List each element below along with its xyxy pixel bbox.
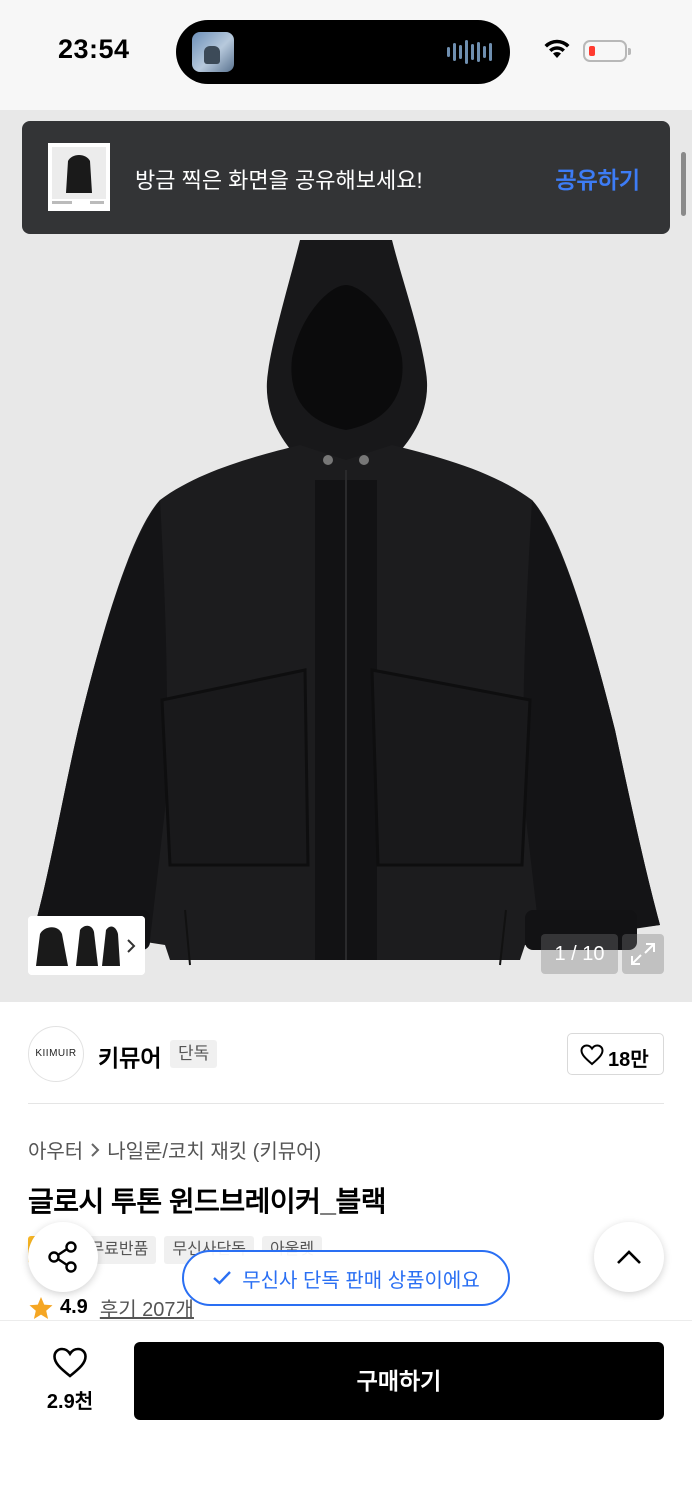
screenshot-thumbnail [48,143,110,211]
battery-icon [583,40,631,62]
share-button[interactable] [28,1222,98,1292]
divider [28,1103,664,1104]
share-icon [48,1241,77,1273]
heart-icon [53,1347,87,1378]
share-toast: 방금 찍은 화면을 공유해보세요! 공유하기 [22,121,670,234]
audio-wave-icon [447,40,492,64]
breadcrumb-category[interactable]: 아우터 [28,1135,83,1164]
brand-name[interactable]: 키뮤어 [98,1039,161,1073]
star-icon [29,1296,53,1319]
scrollbar[interactable] [681,152,686,216]
exclusive-notice-text: 무신사 단독 판매 상품이에요 [242,1269,480,1292]
share-action-button[interactable]: 공유하기 [555,161,640,195]
buy-button[interactable]: 구매하기 [134,1342,664,1420]
expand-button[interactable] [622,934,664,974]
scroll-to-top-button[interactable] [594,1222,664,1292]
exclusive-notice: 무신사 단독 판매 상품이에요 [182,1250,510,1306]
bottom-action-bar: 2.9천 구매하기 [0,1320,692,1500]
status-bar: 23:54 [0,0,692,110]
breadcrumb-subcategory[interactable]: 나일론/코치 재킷 (키뮤어) [107,1135,321,1164]
brand-like-button[interactable]: 18만 [567,1033,664,1075]
rating-row: 4.9 후기 207개 [28,1293,194,1322]
expand-icon [631,943,655,965]
review-link[interactable]: 후기 207개 [100,1293,194,1322]
heart-icon [580,1044,604,1066]
check-icon [213,1271,232,1285]
product-title: 글로시 투톤 윈드브레이커_블랙 [28,1186,387,1217]
brand-like-count: 18만 [608,1049,649,1071]
thumbnail-strip[interactable] [28,916,145,975]
wifi-icon [544,39,570,58]
thumbnail-images [28,916,145,975]
breadcrumb: 아우터 나일론/코치 재킷 (키뮤어) [28,1135,321,1164]
product-image-gallery[interactable]: 1 / 10 [0,110,692,1002]
image-counter: 1 / 10 [541,934,618,974]
brand-exclusive-badge: 단독 [170,1040,218,1068]
product-photo-jacket [0,110,692,1002]
clock: 23:54 [58,34,130,64]
toast-message: 방금 찍은 화면을 공유해보세요! [135,168,423,193]
wish-button[interactable]: 2.9천 [30,1343,110,1414]
rating-value: 4.9 [60,1296,88,1318]
dynamic-island[interactable] [176,20,510,84]
chevron-right-icon [91,1142,100,1157]
wish-count: 2.9천 [46,1391,94,1413]
brand-logo[interactable]: KIIMUIR [28,1026,84,1082]
now-playing-artwork [192,32,234,72]
chevron-up-icon [617,1250,641,1264]
